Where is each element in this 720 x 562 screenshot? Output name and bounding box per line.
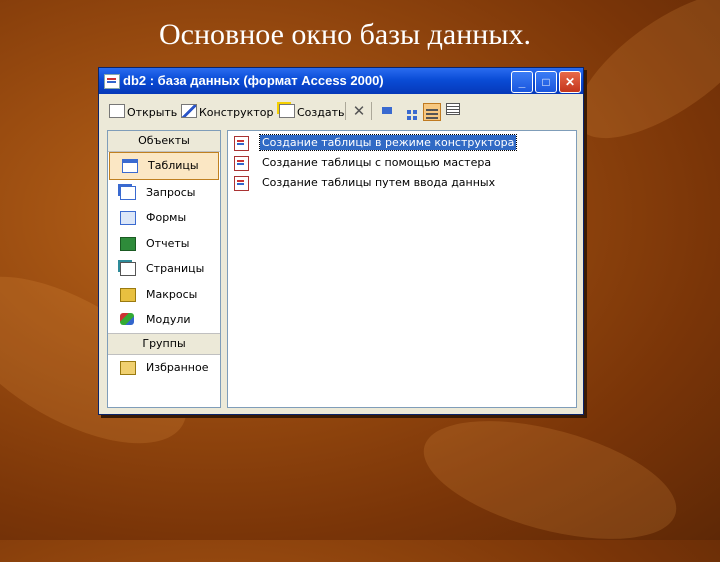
groups-header[interactable]: Группы [108,332,220,355]
delete-icon[interactable]: ✕ [351,103,367,119]
nav-item-pages[interactable]: Страницы [108,256,220,282]
page-icon [120,262,136,276]
list-item-label: Создание таблицы путем ввода данных [262,176,496,189]
design-button[interactable]: Конструктор [181,104,273,119]
create-table-entry-icon [234,176,249,191]
nav-item-label: Модули [146,313,191,326]
minimize-button[interactable]: _ [511,71,533,93]
open-label: Открыть [127,106,178,119]
create-table-wizard-icon [234,156,249,171]
list-item[interactable]: Создание таблицы с помощью мастера [228,153,576,173]
nav-item-macros[interactable]: Макросы [108,282,220,308]
details-view-icon[interactable] [445,103,461,119]
toolbar-separator [371,102,372,120]
nav-item-label: Страницы [146,262,205,275]
maximize-button[interactable]: □ [535,71,557,93]
design-icon [181,104,197,118]
report-icon [120,236,136,251]
open-button[interactable]: Открыть [109,104,177,119]
nav-item-tables[interactable]: Таблицы [109,152,219,180]
close-button[interactable]: ✕ [559,71,581,93]
list-item-label: Создание таблицы в режиме конструктора [258,134,518,151]
nav-item-label: Макросы [146,287,198,301]
toolbar: Открыть Конструктор Создать ✕ [99,96,583,126]
macro-icon [120,287,136,302]
create-button[interactable]: Создать [279,104,345,119]
list-item-label: Создание таблицы с помощью мастера [262,156,492,169]
favorites-folder-icon [120,360,136,375]
nav-item-label: Запросы [146,185,196,199]
create-icon [279,104,295,118]
slide-title: Основное окно базы данных. [159,18,531,51]
toolbar-separator [345,102,346,120]
nav-item-queries[interactable]: Запросы [108,180,220,206]
nav-item-reports[interactable]: Отчеты [108,231,220,257]
create-label: Создать [297,106,345,119]
design-label: Конструктор [199,106,274,119]
nav-item-label: Избранное [146,360,209,374]
nav-item-label: Формы [146,211,187,224]
nav-item-label: Таблицы [148,159,199,172]
nav-item-forms[interactable]: Формы [108,205,220,231]
open-icon [109,104,125,118]
large-icons-view-icon[interactable] [379,103,395,119]
list-item[interactable]: Создание таблицы в режиме конструктора [228,133,576,153]
objects-panel: Объекты Таблицы Запросы Формы Отчеты Стр… [107,130,221,408]
database-app-icon [104,74,120,89]
table-icon [122,159,138,173]
nav-item-favorites[interactable]: Избранное [108,355,220,381]
query-icon [120,185,136,200]
form-icon [120,211,136,225]
create-table-design-icon [234,136,249,151]
window-titlebar[interactable]: db2 : база данных (формат Access 2000) _… [99,68,583,94]
database-window: db2 : база данных (формат Access 2000) _… [98,67,584,415]
background-leaf-decoration [411,398,689,562]
list-item[interactable]: Создание таблицы путем ввода данных [228,173,576,193]
objects-header[interactable]: Объекты [108,131,220,152]
module-icon [120,313,134,325]
object-list: Создание таблицы в режиме конструктора С… [227,130,577,408]
list-view-icon[interactable] [423,103,441,121]
nav-item-modules[interactable]: Модули [108,307,220,333]
small-icons-view-icon[interactable] [401,103,417,119]
window-title: db2 : база данных (формат Access 2000) [123,73,384,88]
nav-item-label: Отчеты [146,236,190,250]
